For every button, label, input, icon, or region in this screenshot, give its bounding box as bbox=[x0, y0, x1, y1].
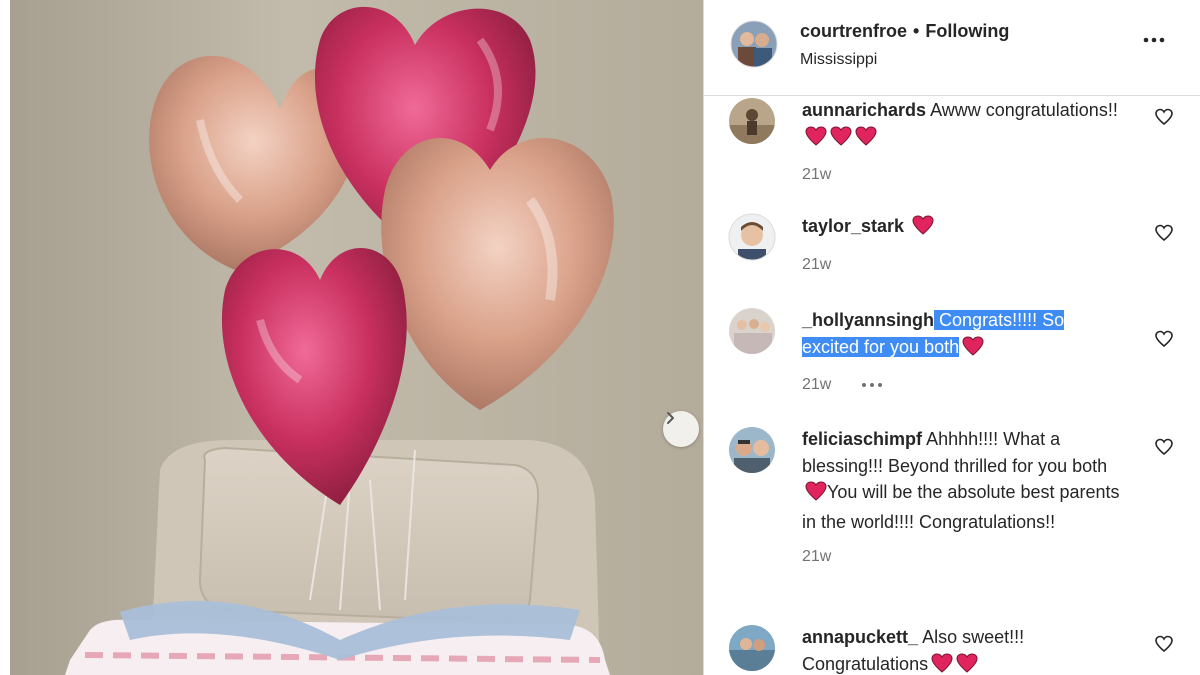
comment-username[interactable]: annapuckett_ bbox=[802, 627, 918, 647]
comment-body: _hollyannsingh Congrats!!!!! So excited … bbox=[802, 307, 1122, 399]
comment-timestamp[interactable]: 21w bbox=[802, 544, 831, 571]
chevron-right-icon bbox=[667, 412, 674, 424]
avatar[interactable] bbox=[728, 97, 776, 145]
comment-options-button[interactable] bbox=[861, 382, 883, 388]
post-username[interactable]: courtrenfroe bbox=[800, 21, 907, 41]
heart-outline-icon bbox=[1155, 330, 1173, 348]
post-photo bbox=[10, 0, 703, 675]
red-heart-emoji bbox=[912, 215, 934, 243]
following-button[interactable]: Following bbox=[925, 21, 1009, 41]
red-heart-emoji bbox=[962, 335, 984, 364]
red-heart-emoji bbox=[830, 125, 852, 154]
separator-dot: • bbox=[913, 21, 920, 41]
comment-username[interactable]: aunnarichards bbox=[802, 100, 926, 120]
like-comment-button[interactable] bbox=[1154, 223, 1174, 243]
comments-list[interactable]: aunnarichards Awww congratulations!! 21w… bbox=[704, 97, 1200, 675]
more-horizontal-icon bbox=[1143, 37, 1165, 43]
heart-outline-icon bbox=[1155, 635, 1173, 653]
next-photo-button[interactable] bbox=[663, 411, 699, 447]
heart-outline-icon bbox=[1155, 438, 1173, 456]
avatar[interactable] bbox=[730, 20, 778, 68]
comment-body: aunnarichards Awww congratulations!! 21w bbox=[802, 97, 1122, 189]
comment-timestamp[interactable]: 21w bbox=[802, 252, 831, 279]
red-heart-emoji bbox=[805, 481, 827, 509]
comment-username[interactable]: _hollyannsingh bbox=[802, 310, 934, 330]
comment-username[interactable]: taylor_stark bbox=[802, 216, 904, 236]
avatar[interactable] bbox=[728, 307, 776, 355]
comment-username[interactable]: feliciaschimpf bbox=[802, 429, 922, 449]
like-comment-button[interactable] bbox=[1154, 634, 1174, 654]
comment-body: annapuckett_ Also sweet!!! Congratulatio… bbox=[802, 624, 1122, 675]
comment-text: Awww congratulations!! bbox=[930, 100, 1118, 120]
like-comment-button[interactable] bbox=[1154, 107, 1174, 127]
red-heart-emoji bbox=[855, 125, 877, 154]
avatar[interactable] bbox=[728, 624, 776, 672]
avatar[interactable] bbox=[728, 213, 776, 261]
comment-timestamp[interactable]: 21w bbox=[802, 162, 831, 189]
red-heart-emoji bbox=[956, 652, 978, 675]
comment-timestamp[interactable]: 21w bbox=[802, 372, 831, 399]
red-heart-emoji bbox=[805, 125, 827, 154]
avatar[interactable] bbox=[728, 426, 776, 474]
comment-text-continued: You will be the absolute best parents in… bbox=[802, 482, 1120, 532]
comment-body: feliciaschimpf Ahhhh!!!! What a blessing… bbox=[802, 426, 1122, 571]
more-horizontal-icon bbox=[862, 383, 883, 388]
comment-body: taylor_stark 21w bbox=[802, 213, 1122, 278]
more-options-button[interactable] bbox=[1142, 28, 1166, 52]
red-heart-emoji bbox=[931, 652, 953, 675]
heart-outline-icon bbox=[1155, 108, 1173, 126]
like-comment-button[interactable] bbox=[1154, 437, 1174, 457]
heart-outline-icon bbox=[1155, 224, 1173, 242]
post-location[interactable]: Mississippi bbox=[800, 51, 877, 69]
post-header: courtrenfroe • Following Mississippi bbox=[704, 0, 1200, 96]
like-comment-button[interactable] bbox=[1154, 329, 1174, 349]
balloons-illustration bbox=[10, 0, 703, 675]
